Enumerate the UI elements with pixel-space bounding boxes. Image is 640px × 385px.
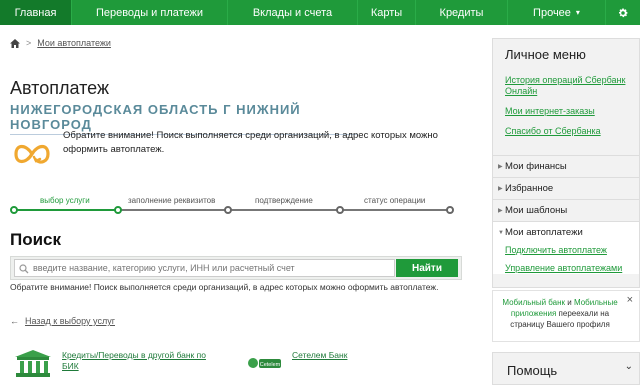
step-dot-1 (114, 206, 122, 214)
step-dot-3 (336, 206, 344, 214)
chevron-down-icon: ▾ (575, 8, 580, 17)
breadcrumb: > Мои автоплатежи (10, 38, 111, 48)
step-label-1: выбор услуги (40, 196, 90, 205)
search-icon (19, 264, 29, 274)
result-name: Сетелем Банк (292, 350, 348, 360)
autopay-submenu: Подключить автоплатеж Управление автопла… (493, 243, 639, 274)
step-label-4: статус операции (364, 196, 426, 205)
triangle-right-icon: ▶ (498, 208, 503, 214)
gear-icon (619, 7, 628, 17)
steps-line-done (13, 209, 119, 211)
sidebar-section-autopayments[interactable]: ▼ Мои автоплатежи (493, 221, 639, 243)
mobile-bank-link[interactable]: Мобильный банк (502, 298, 565, 307)
triangle-right-icon: ▶ (498, 164, 503, 170)
step-label-2: заполнение реквизитов (128, 196, 216, 205)
notice-text: Обратите внимание! Поиск выполняется сре… (63, 130, 438, 155)
back-link[interactable]: ← Назад к выбору услуг (10, 316, 115, 326)
help-panel[interactable]: Помощь ⌄ (492, 352, 640, 385)
result-item[interactable]: Кредиты/Переводы в другой банк по БИК (14, 350, 212, 378)
sidebar-link-orders[interactable]: Мои интернет-заказы (505, 106, 637, 117)
nav-cards[interactable]: Карты (358, 0, 416, 25)
close-icon[interactable]: × (627, 294, 633, 306)
autopay-icon (14, 144, 50, 164)
step-label-3: подтверждение (255, 196, 313, 205)
nav-transfers-label: Переводы и платежи (95, 6, 204, 19)
triangle-right-icon: ▶ (498, 186, 503, 192)
result-item[interactable]: Cetelem Сетелем Банк (246, 350, 347, 376)
sidebar-section-favorites[interactable]: ▶ Избранное (493, 177, 639, 199)
help-title: Помощь (507, 363, 558, 378)
connect-autopay-link[interactable]: Подключить автоплатеж (505, 245, 639, 256)
breadcrumb-separator: > (26, 38, 32, 48)
page-title: Автоплатеж (10, 78, 109, 98)
progress-steps: выбор услуги заполнение реквизитов подтв… (10, 196, 456, 220)
result-name: Кредиты/Переводы в другой банк по БИК (62, 350, 206, 371)
step-dot-4 (446, 206, 454, 214)
step-dot-2 (224, 206, 232, 214)
chevron-down-icon: ⌄ (624, 361, 633, 372)
sidebar-link-history[interactable]: История операций Сбербанк Онлайн (505, 75, 637, 97)
personal-menu: Личное меню История операций Сбербанк Он… (492, 38, 640, 288)
nav-deposits-label: Вклады и счета (252, 6, 333, 19)
nav-home[interactable]: Главная (0, 0, 72, 25)
nav-credits[interactable]: Кредиты (416, 0, 508, 25)
section-label: Мои автоплатежи (505, 227, 583, 238)
search-title: Поиск (10, 230, 62, 249)
sidebar-links: История операций Сбербанк Онлайн Мои инт… (505, 75, 637, 146)
nav-cards-label: Карты (370, 6, 403, 19)
mobile-and: и (565, 298, 574, 307)
home-icon[interactable] (10, 38, 20, 48)
settings-button[interactable] (606, 0, 640, 25)
nav-credits-label: Кредиты (439, 6, 484, 19)
nav-other-label: Прочее (533, 6, 571, 19)
sidebar-title: Личное меню (505, 47, 586, 62)
section-label: Мои финансы (505, 161, 567, 172)
triangle-down-icon: ▼ (498, 229, 504, 236)
nav-other[interactable]: Прочее ▾ (508, 0, 606, 25)
cetelem-logo-text: Cetelem (260, 362, 281, 368)
search-input[interactable] (14, 259, 395, 277)
arrow-left-icon: ← (10, 316, 19, 326)
search-box: Найти (10, 256, 462, 280)
sidebar-section-templates[interactable]: ▶ Мои шаблоны (493, 199, 639, 221)
step-dot-start (10, 206, 18, 214)
search-notice: Обратите внимание! Поиск выполняется сре… (10, 282, 439, 292)
back-link-label: Назад к выбору услуг (25, 316, 115, 326)
sidebar-sections: ▶ Мои финансы ▶ Избранное ▶ Мои шаблоны ▼ Мо… (493, 155, 639, 281)
cetelem-logo: Cetelem (248, 358, 281, 368)
section-label: Избранное (505, 183, 554, 194)
section-label: Мои шаблоны (505, 205, 568, 216)
sidebar-link-spasibo[interactable]: Спасибо от Сбербанка (505, 126, 637, 137)
nav-transfers[interactable]: Переводы и платежи (72, 0, 228, 25)
top-navigation: Главная Переводы и платежи Вклады и счет… (0, 0, 640, 25)
search-button[interactable]: Найти (396, 259, 458, 277)
manage-autopay-link[interactable]: Управление автоплатежами (505, 263, 639, 274)
nav-deposits[interactable]: Вклады и счета (228, 0, 358, 25)
sidebar-section-finances[interactable]: ▶ Мои финансы (493, 155, 639, 177)
breadcrumb-link-autopayments[interactable]: Мои автоплатежи (37, 38, 111, 48)
mobile-banner: Мобильный банк и Мобильные приложения пе… (492, 290, 640, 342)
bank-icon (15, 350, 51, 377)
nav-home-label: Главная (14, 6, 57, 19)
mobile-banner-text: Мобильный банк и Мобильные приложения пе… (501, 297, 619, 330)
